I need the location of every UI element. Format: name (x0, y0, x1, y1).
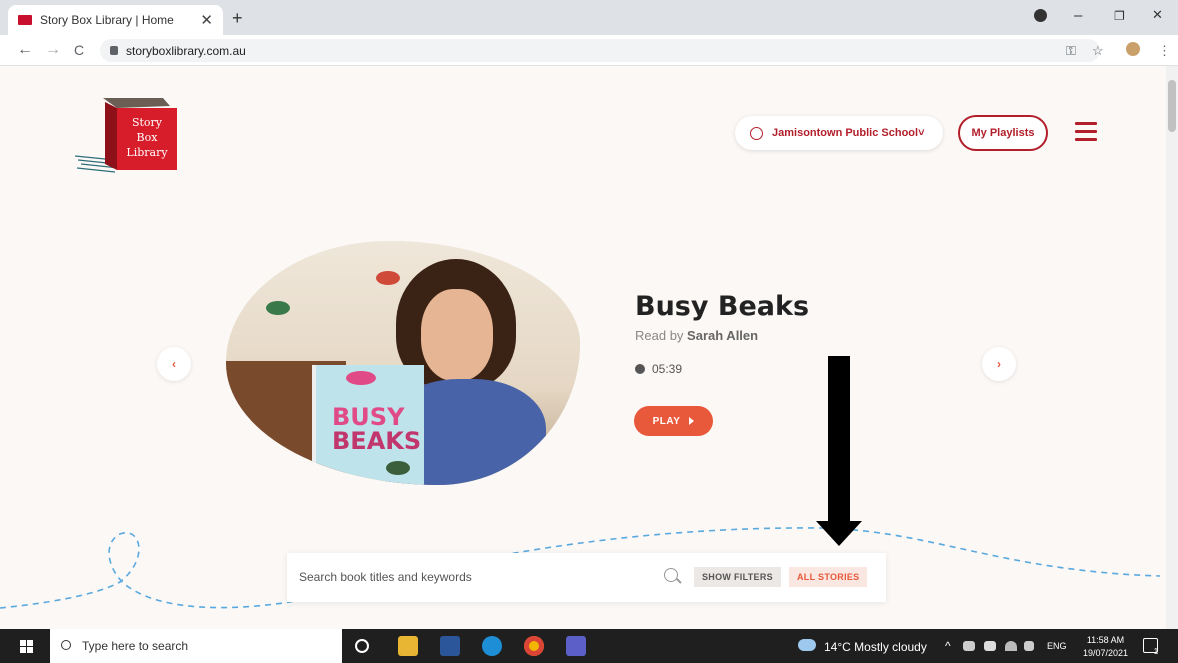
annotation-arrow-shaft (828, 356, 850, 521)
book-cover-title-line1: BUSY (332, 403, 405, 431)
bookmark-star-icon[interactable]: ☆ (1092, 43, 1104, 59)
tray-app-icon[interactable] (963, 641, 975, 651)
annotation-arrow-head (816, 521, 862, 546)
book-cover-title-line2: BEAKS (332, 427, 422, 455)
key-icon[interactable]: ⚿ (1066, 43, 1076, 59)
wifi-icon[interactable] (1005, 641, 1017, 651)
taskbar-search-box[interactable]: Type here to search (50, 629, 342, 663)
chrome-icon[interactable] (524, 636, 544, 656)
address-bar: ← → C storyboxlibrary.com.au ⚿ ☆ ⋮ (0, 35, 1178, 66)
windows-start-icon[interactable] (20, 640, 33, 653)
lock-icon (110, 46, 118, 55)
play-label: PLAY (652, 415, 681, 427)
browser-menu-icon[interactable]: ⋮ (1158, 43, 1171, 59)
teams-icon[interactable] (566, 636, 586, 656)
file-explorer-icon[interactable] (398, 636, 418, 656)
close-window-button[interactable]: ✕ (1152, 7, 1163, 23)
clock-icon (635, 364, 645, 374)
reader-name: Sarah Allen (687, 328, 759, 343)
page-scrollbar[interactable] (1166, 66, 1178, 629)
extension-icon[interactable] (1126, 42, 1140, 56)
notifications-count: 1 (1153, 647, 1159, 656)
carousel-prev-button[interactable]: ‹ (157, 347, 191, 381)
taskbar-search-icon (61, 640, 71, 650)
my-playlists-button[interactable]: My Playlists (958, 115, 1048, 151)
carousel-next-button[interactable]: › (982, 347, 1016, 381)
page-content: Story Box Library Jamisontown Public Sch… (0, 66, 1166, 629)
tab-close-icon[interactable]: ✕ (200, 11, 213, 29)
edge-icon[interactable] (482, 636, 502, 656)
battery-icon[interactable] (984, 641, 996, 651)
book-cover: BUSY BEAKS (312, 365, 424, 485)
school-selector[interactable]: Jamisontown Public School ˅ (735, 116, 943, 150)
all-stories-button[interactable]: ALL STORIES (789, 567, 868, 587)
search-icon[interactable] (664, 568, 678, 582)
clock-date[interactable]: 19/07/2021 (1078, 647, 1133, 659)
windows-taskbar: Type here to search 14°C Mostly cloudy ^… (0, 629, 1178, 663)
weather-text[interactable]: 14°C Mostly cloudy (824, 640, 927, 654)
restore-button[interactable]: ❐ (1114, 9, 1125, 23)
read-by-prefix: Read by (635, 328, 684, 343)
word-icon[interactable] (440, 636, 460, 656)
story-title: Busy Beaks (635, 291, 810, 322)
site-favicon-icon (18, 15, 32, 25)
cloud-weather-icon[interactable] (798, 639, 816, 651)
profile-icon[interactable] (1034, 9, 1047, 22)
clock-time[interactable]: 11:58 AM (1078, 634, 1133, 646)
search-input[interactable] (299, 567, 659, 587)
read-by: Read by Sarah Allen (635, 328, 758, 343)
url-field[interactable]: storyboxlibrary.com.au (100, 39, 1100, 62)
reload-button[interactable]: C (74, 42, 84, 58)
search-bar: SHOW FILTERS ALL STORIES (287, 553, 886, 602)
play-icon (689, 417, 695, 425)
play-button[interactable]: PLAY (634, 406, 713, 436)
minimize-button[interactable]: – (1074, 7, 1082, 24)
story-box-library-logo[interactable]: Story Box Library (75, 94, 185, 176)
logo-text-story: Story (132, 116, 163, 129)
smile-icon (750, 126, 763, 140)
language-indicator[interactable]: ENG (1047, 641, 1067, 651)
browser-tab[interactable]: Story Box Library | Home ✕ (8, 5, 223, 35)
browser-tab-bar: Story Box Library | Home ✕ + – ❐ ✕ (0, 0, 1178, 35)
tray-chevron-icon[interactable]: ^ (945, 639, 951, 653)
show-filters-button[interactable]: SHOW FILTERS (694, 567, 781, 587)
chevron-down-icon: ˅ (918, 127, 925, 139)
new-tab-button[interactable]: + (232, 8, 243, 29)
forward-button[interactable]: → (45, 41, 61, 59)
back-button[interactable]: ← (17, 41, 33, 59)
duration-text: 05:39 (652, 362, 683, 376)
url-text: storyboxlibrary.com.au (126, 43, 246, 58)
school-name: Jamisontown Public School (772, 127, 919, 139)
story-duration: 05:39 (635, 362, 682, 376)
tab-title: Story Box Library | Home (40, 13, 174, 27)
task-view-icon[interactable] (355, 639, 369, 653)
volume-icon[interactable] (1024, 641, 1034, 651)
logo-text-library: Library (126, 146, 168, 159)
logo-text-box: Box (137, 131, 159, 144)
hero-image: BUSY BEAKS (226, 241, 580, 485)
hamburger-menu-icon[interactable] (1075, 122, 1097, 142)
taskbar-search-placeholder: Type here to search (82, 639, 189, 653)
